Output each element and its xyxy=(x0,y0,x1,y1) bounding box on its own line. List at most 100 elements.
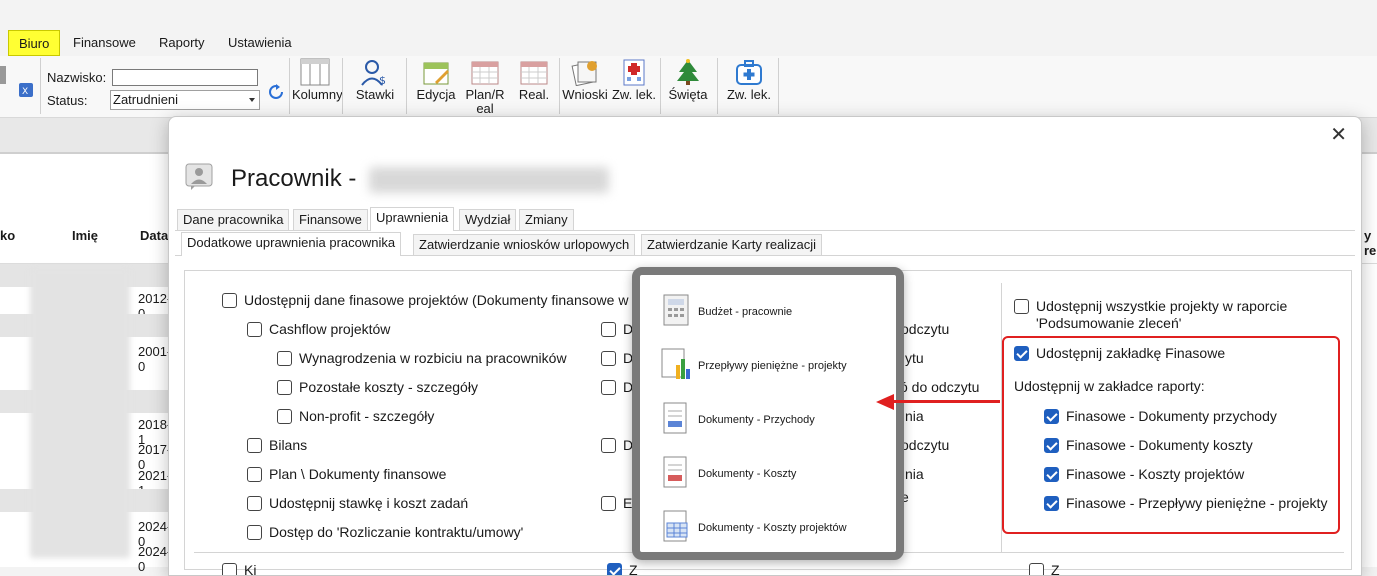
checkbox[interactable] xyxy=(1029,562,1044,575)
checkbox[interactable] xyxy=(222,562,237,575)
checkbox-bottom-1[interactable]: Ki xyxy=(222,561,256,575)
checkbox-koszty-projektow[interactable]: Finasowe - Koszty projektów xyxy=(1044,465,1244,483)
menu-finansowe[interactable]: Finansowe xyxy=(63,30,146,56)
ribbon-separator xyxy=(559,58,560,114)
checkbox-bilans[interactable]: Bilans xyxy=(247,436,307,454)
redacted-names xyxy=(30,268,130,558)
checkbox-bottom-3[interactable]: Z xyxy=(1029,561,1060,575)
menu-raporty[interactable]: Raporty xyxy=(149,30,215,56)
middle-right-text: odczytu xyxy=(901,437,950,453)
checkbox-plan-dokumenty[interactable]: Plan \ Dokumenty finansowe xyxy=(247,465,446,483)
tab-dane-pracownika[interactable]: Dane pracownika xyxy=(177,209,290,231)
svg-text:X: X xyxy=(22,87,28,97)
grid-header-nazwisko[interactable]: ko xyxy=(0,228,15,243)
ribbon-separator xyxy=(406,58,407,114)
checkbox[interactable] xyxy=(277,379,292,395)
checkbox[interactable] xyxy=(601,379,616,395)
checkbox-pozostale-koszty[interactable]: Pozostałe koszty - szczegóły xyxy=(277,378,478,396)
document-cost-icon xyxy=(663,456,687,488)
wnioski-button[interactable]: Wnioski xyxy=(561,58,609,102)
tab-wydzial[interactable]: Wydział xyxy=(459,209,517,231)
checkbox[interactable] xyxy=(277,350,292,366)
checkbox[interactable] xyxy=(277,408,292,424)
grid-header-right[interactable]: y re xyxy=(1364,228,1377,258)
checkbox[interactable] xyxy=(601,321,616,337)
checkbox-przeplywy-pieniezne[interactable]: Finasowe - Przepływy pieniężne - projekt… xyxy=(1044,494,1327,512)
stawki-button[interactable]: $ Stawki xyxy=(350,58,400,102)
middle-right-text: ytu xyxy=(905,350,924,366)
zw-lek-button-1[interactable]: Zw. lek. xyxy=(610,58,658,102)
middle-right-text: ó do odczytu xyxy=(900,379,980,395)
menu-biuro[interactable]: Biuro xyxy=(8,30,61,56)
menu-ustawienia[interactable]: Ustawienia xyxy=(218,30,302,56)
christmas-tree-icon xyxy=(677,59,699,85)
close-icon[interactable]: ✕ xyxy=(1330,125,1347,145)
checkbox[interactable] xyxy=(601,495,616,511)
nazwisko-input[interactable] xyxy=(112,69,258,86)
checkbox-dane-finansowe[interactable]: Udostępnij dane finasowe projektów (Doku… xyxy=(222,291,628,309)
arrow-left-icon xyxy=(876,394,894,410)
real-button[interactable]: Real. xyxy=(512,58,556,102)
grid-header-imie[interactable]: Imię xyxy=(72,228,98,243)
checkbox-wynagrodzenia[interactable]: Wynagrodzenia w rozbiciu na pracowników xyxy=(277,349,567,367)
checkbox[interactable] xyxy=(601,350,616,366)
ribbon-separator xyxy=(778,58,779,114)
status-select[interactable]: Zatrudnieni xyxy=(110,90,260,110)
checkbox-checked[interactable] xyxy=(1014,345,1029,361)
status-value: Zatrudnieni xyxy=(113,92,179,107)
checkbox-rozliczanie-kontraktu[interactable]: Dostęp do 'Rozliczanie kontraktu/umowy' xyxy=(247,523,523,541)
checkbox[interactable] xyxy=(601,437,616,453)
checkbox-dokumenty-przychody[interactable]: Finasowe - Dokumenty przychody xyxy=(1044,407,1277,425)
ribbon-separator xyxy=(660,58,661,114)
dialog-title: Pracownik - xyxy=(231,165,357,192)
checkbox[interactable] xyxy=(247,466,262,482)
checkbox-checked[interactable] xyxy=(1044,466,1059,482)
checkbox-middle-5[interactable]: E xyxy=(601,494,632,512)
checkbox[interactable] xyxy=(222,292,237,308)
grid-header-data[interactable]: Data xyxy=(140,228,168,243)
checkbox-non-profit[interactable]: Non-profit - szczegóły xyxy=(277,407,434,425)
checkbox-middle-4[interactable]: D xyxy=(601,436,633,454)
medical-kit-icon xyxy=(736,60,762,85)
checkbox-stawke-koszt[interactable]: Udostępnij stawkę i koszt zadań xyxy=(247,494,468,512)
hospital-icon xyxy=(623,59,645,86)
checkbox-wszystkie-projekty[interactable]: Udostępnij wszystkie projekty w raporcie xyxy=(1014,297,1287,315)
kolumny-button[interactable]: Kolumny xyxy=(292,58,343,102)
checkbox-checked[interactable] xyxy=(1044,495,1059,511)
checkbox[interactable] xyxy=(247,437,262,453)
zw-lek-button-2[interactable]: Zw. lek. xyxy=(724,58,774,102)
raporty-label: Udostępnij w zakładce raporty: xyxy=(1014,378,1205,394)
checkbox-checked[interactable] xyxy=(1044,408,1059,424)
refresh-icon[interactable] xyxy=(268,84,284,100)
checkbox-checked[interactable] xyxy=(607,562,622,575)
document-income-icon xyxy=(663,402,687,434)
checkbox[interactable] xyxy=(247,524,262,540)
checkbox-middle-1[interactable]: D xyxy=(601,320,633,338)
tab-finansowe[interactable]: Finansowe xyxy=(293,209,368,231)
partial-icon xyxy=(0,66,6,84)
checkbox-bottom-2[interactable]: Z xyxy=(607,561,638,575)
swieta-button[interactable]: Święta xyxy=(665,58,711,102)
reports-popup: Budżet - pracownie Przepływy pieniężne -… xyxy=(632,267,904,560)
status-label: Status: xyxy=(47,93,88,108)
plan-real-button[interactable]: Plan/R eal xyxy=(462,58,508,116)
checkbox-dokumenty-koszty[interactable]: Finasowe - Dokumenty koszty xyxy=(1044,436,1253,454)
checkbox[interactable] xyxy=(247,321,262,337)
checkbox-zakladka-finasowe[interactable]: Udostępnij zakładkę Finasowe xyxy=(1014,344,1225,362)
checkbox-middle-2[interactable]: D xyxy=(601,349,633,367)
checkbox-checked[interactable] xyxy=(1044,437,1059,453)
wszystkie-projekty-line2: 'Podsumowanie zleceń' xyxy=(1036,315,1182,331)
edycja-button[interactable]: Edycja xyxy=(412,58,460,102)
checkbox[interactable] xyxy=(1014,298,1029,314)
menu-bar: Biuro Finansowe Raporty Ustawienia xyxy=(0,30,1377,56)
chevron-down-icon xyxy=(249,98,255,102)
tab-zatwierdzanie-wnioskow[interactable]: Zatwierdzanie wniosków urlopowych xyxy=(413,234,636,256)
tab-zatwierdzanie-karty[interactable]: Zatwierdzanie Karty realizacji xyxy=(641,234,823,256)
tab-uprawnienia[interactable]: Uprawnienia xyxy=(370,207,455,231)
excel-icon[interactable]: X xyxy=(18,82,34,98)
checkbox[interactable] xyxy=(247,495,262,511)
tab-dodatkowe-uprawnienia[interactable]: Dodatkowe uprawnienia pracownika xyxy=(181,232,402,256)
checkbox-cashflow[interactable]: Cashflow projektów xyxy=(247,320,390,338)
tab-zmiany[interactable]: Zmiany xyxy=(519,209,574,231)
checkbox-middle-3[interactable]: D xyxy=(601,378,633,396)
